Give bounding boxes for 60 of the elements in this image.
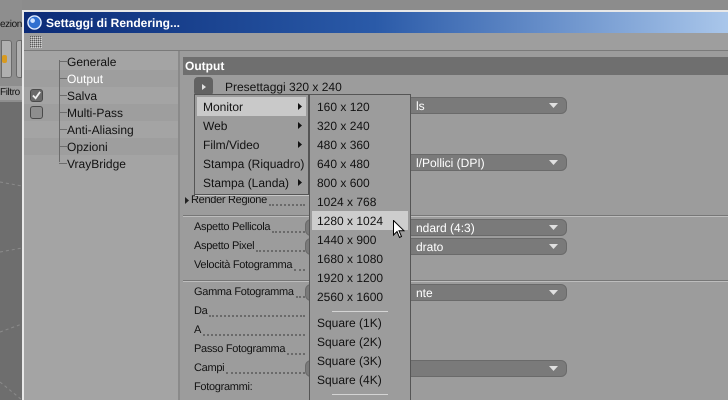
checkbox[interactable] xyxy=(30,106,43,119)
field-label: Fotogrammi: xyxy=(194,380,252,396)
menu-item[interactable]: Film/Video xyxy=(197,135,306,154)
field-label: Aspetto Pixel xyxy=(194,239,254,254)
caret-icon xyxy=(549,290,558,295)
menu-item[interactable]: Stampa (Riquadro) xyxy=(197,154,306,173)
menu-item[interactable]: 1024 x 768 xyxy=(312,192,408,211)
field-label: Campi xyxy=(194,361,224,376)
tree-item[interactable]: Generale xyxy=(67,52,116,70)
toolbar-button[interactable] xyxy=(16,40,22,78)
menu-item[interactable]: Stampa (Landa) xyxy=(197,173,306,192)
tree-item[interactable]: Anti-Aliasing xyxy=(67,120,134,138)
menu-item[interactable]: Square (2K) xyxy=(312,332,408,351)
cursor-icon xyxy=(393,220,405,239)
preset-label: Presettaggi 320 x 240 xyxy=(225,78,342,96)
toolbar-button[interactable] xyxy=(1,40,12,78)
checkbox[interactable] xyxy=(30,89,43,102)
menu-item[interactable]: Square (3K) xyxy=(312,351,408,370)
leader-line xyxy=(294,268,305,271)
filter-label[interactable]: Filtro xyxy=(0,86,22,100)
caret-icon xyxy=(549,225,558,230)
window-title: Settaggi di Rendering... xyxy=(46,14,180,32)
tree-item[interactable]: VrayBridge xyxy=(67,154,126,172)
menu-item[interactable]: 800 x 600 xyxy=(312,173,408,192)
caret-icon xyxy=(549,103,558,108)
check-icon xyxy=(32,91,41,100)
menu-item[interactable]: 1280 x 1024 xyxy=(312,211,408,230)
menu-item[interactable]: 640 x 480 xyxy=(312,154,408,173)
leader-line xyxy=(268,204,305,206)
caret-icon xyxy=(549,160,558,165)
field-label: Passo Fotogramma xyxy=(194,342,286,358)
triangle-icon xyxy=(185,197,189,204)
menu-item[interactable]: Web xyxy=(197,116,306,135)
submenu-arrow-icon xyxy=(298,103,302,110)
caret-icon xyxy=(549,244,558,249)
menu-item[interactable]: Square (1K) xyxy=(312,313,408,332)
section-header: Output xyxy=(183,57,728,75)
field-label: A xyxy=(194,323,202,338)
field-label: Aspetto Pellicola xyxy=(194,220,270,236)
menu-item[interactable]: 160 x 120 xyxy=(312,97,408,116)
field-label: Da xyxy=(194,304,208,320)
field-label: Velocità Fotogramma xyxy=(194,258,292,274)
caret-icon xyxy=(549,366,558,371)
submenu-arrow-icon xyxy=(298,179,302,186)
menu-item[interactable]: Square (4K) xyxy=(312,370,408,389)
menu-item[interactable]: 480 x 360 xyxy=(312,135,408,154)
grip-icon[interactable] xyxy=(30,36,42,48)
field-label: Gamma Fotogramma xyxy=(194,285,294,300)
submenu-arrow-icon xyxy=(298,122,302,129)
tool-icon xyxy=(2,53,8,65)
menu-item[interactable]: 320 x 240 xyxy=(312,116,408,135)
leader-line xyxy=(287,352,305,355)
expander-toggle[interactable]: Render Regione xyxy=(185,192,267,209)
app-icon xyxy=(27,15,42,30)
menu-item[interactable]: 1920 x 1200 xyxy=(312,268,408,287)
submenu-arrow-icon xyxy=(298,141,302,148)
menu-item[interactable]: Monitor xyxy=(197,97,306,116)
tab-label[interactable]: ezion xyxy=(0,18,22,32)
arrow-icon xyxy=(202,84,206,90)
tree-item[interactable]: Salva xyxy=(67,86,98,104)
